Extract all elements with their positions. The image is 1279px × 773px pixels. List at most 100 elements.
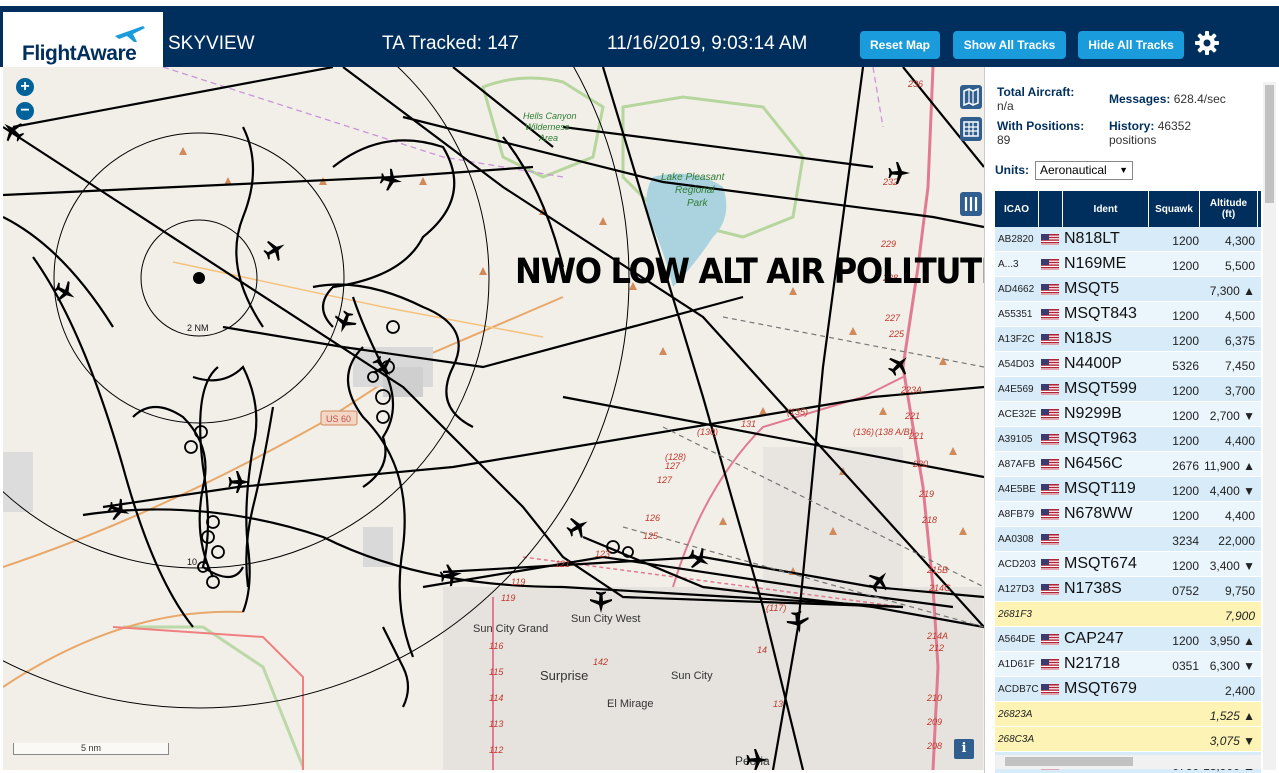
label-lake-pleasant: Lake Pleasant	[661, 172, 726, 183]
history-stat: History: 46352 positions	[1109, 119, 1192, 147]
table-row[interactable]: A...3 N169ME 1200 5,500	[995, 252, 1261, 277]
label-surprise: Surprise	[540, 668, 588, 683]
col-altitude[interactable]: Altitude (ft)	[1200, 191, 1258, 227]
svg-text:212: 212	[928, 643, 944, 653]
svg-text:119: 119	[501, 593, 515, 603]
flightaware-logo[interactable]: FlightAware	[3, 12, 163, 72]
zoom-out-icon[interactable]: −	[16, 102, 34, 120]
cell-ident: N6456C	[1064, 455, 1123, 472]
receiver-location-icon	[193, 272, 205, 284]
table-row[interactable]: A39105 MSQT963 1200 4,400	[995, 427, 1261, 452]
svg-text:208: 208	[926, 741, 942, 751]
map-layers-icon[interactable]	[960, 85, 982, 109]
gear-icon[interactable]	[1194, 30, 1220, 56]
label-park: Park	[687, 198, 709, 209]
svg-text:220: 220	[912, 459, 928, 469]
table-row[interactable]: ACE32E N9299B 1200 2,700 ▼	[995, 402, 1261, 427]
cell-ident: N678WW	[1064, 505, 1133, 522]
svg-text:232: 232	[882, 177, 898, 187]
us-flag-icon	[1041, 509, 1059, 520]
table-row[interactable]: A4E569 MSQT599 1200 3,700	[995, 377, 1261, 402]
table-row[interactable]: AB2820 N818LT 1200 4,300	[995, 227, 1261, 252]
cell-icao: A54D03	[998, 359, 1035, 370]
svg-text:214C: 214C	[928, 583, 951, 593]
table-row[interactable]: A8FB79 N678WW 1200 4,400	[995, 502, 1261, 527]
tracked-count: TA Tracked: 147	[382, 33, 519, 54]
table-row[interactable]: A55351 MSQT843 1200 4,500	[995, 302, 1261, 327]
table-row[interactable]: A87AFB N6456C 2676 11,900 ▲	[995, 452, 1261, 477]
svg-text:(130): (130)	[697, 427, 718, 437]
label-el-mirage: El Mirage	[607, 698, 653, 710]
cell-squawk: 1200	[1172, 484, 1199, 498]
units-select[interactable]: Aeronautical ▼	[1035, 161, 1133, 180]
us-flag-icon	[1041, 559, 1059, 570]
svg-text:221: 221	[904, 411, 920, 421]
cell-altitude: 7,300 ▲	[1209, 284, 1255, 298]
col-icao[interactable]: ICAO	[995, 191, 1039, 227]
label-sun-city-grand: Sun City Grand	[473, 623, 548, 635]
us-flag-icon	[1041, 659, 1059, 670]
cell-squawk: 1200	[1172, 309, 1199, 323]
us-flag-icon	[1041, 534, 1059, 545]
cell-ident: N18JS	[1064, 330, 1113, 347]
cell-icao: A87AFB	[998, 459, 1036, 470]
cell-squawk: 1200	[1172, 634, 1199, 648]
svg-text:119: 119	[511, 577, 525, 587]
label-hells-canyon: Hells Canyon	[523, 111, 577, 121]
range-ring-label: 2 NM	[187, 323, 209, 333]
map-view[interactable]: Hells Canyon Wilderness Area Lake Pleasa…	[3, 67, 984, 770]
columns-icon[interactable]	[960, 192, 982, 216]
cell-ident: N4400P	[1064, 355, 1122, 372]
col-squawk[interactable]: Squawk	[1149, 191, 1200, 227]
aircraft-icon	[330, 308, 359, 337]
svg-text:121: 121	[555, 559, 570, 569]
map-canvas[interactable]: Hells Canyon Wilderness Area Lake Pleasa…	[3, 67, 984, 770]
cell-icao: 2681F3	[998, 609, 1032, 620]
cell-squawk: 1200	[1172, 409, 1199, 423]
cell-icao: 26823A	[998, 709, 1033, 720]
table-row[interactable]: A564DE CAP247 1200 3,950 ▲	[995, 627, 1261, 652]
table-row[interactable]: 26823A 1,525 ▲	[995, 702, 1261, 727]
table-row[interactable]: ACD203 MSQT674 1200 3,400 ▼	[995, 552, 1261, 577]
cell-altitude: 11,900 ▲	[1203, 459, 1255, 473]
cell-ident: MSQT674	[1064, 555, 1137, 572]
col-ident[interactable]: Ident	[1063, 191, 1149, 227]
table-row[interactable]: A54D03 N4400P 5326 7,450	[995, 352, 1261, 377]
cell-altitude: 3,400 ▼	[1209, 559, 1255, 573]
cell-icao: 268C3A	[998, 734, 1035, 745]
overlay-caption: NWO LOW ALT AIR POLLTUTION	[515, 252, 984, 292]
cell-ident: CAP247	[1064, 630, 1124, 647]
table-row[interactable]: A13F2C N18JS 1200 6,375	[995, 327, 1261, 352]
col-flag[interactable]	[1039, 191, 1063, 227]
svg-text:(135): (135)	[787, 407, 808, 417]
reset-map-button[interactable]: Reset Map	[860, 31, 940, 59]
table-row[interactable]: ACDB7C MSQT679 2,400	[995, 677, 1261, 702]
cell-squawk: 1200	[1172, 559, 1199, 573]
cell-icao: A4E5BE	[998, 484, 1036, 495]
us-flag-icon	[1041, 259, 1059, 270]
aircraft-icon	[883, 349, 915, 381]
cell-icao: A55351	[998, 309, 1033, 320]
table-row[interactable]: 268C3A 3,075 ▼	[995, 727, 1261, 752]
zoom-in-icon[interactable]: +	[16, 78, 34, 96]
cell-altitude: 4,500	[1224, 309, 1255, 323]
svg-text:112: 112	[489, 745, 503, 755]
grid-icon[interactable]	[960, 117, 982, 141]
horizontal-scroll-thumb[interactable]	[1005, 757, 1133, 766]
cell-altitude: 7,450	[1224, 359, 1255, 373]
hide-all-tracks-button[interactable]: Hide All Tracks	[1078, 31, 1184, 59]
table-row[interactable]: A127D3 N1738S 0752 9,750	[995, 577, 1261, 602]
show-all-tracks-button[interactable]: Show All Tracks	[953, 31, 1066, 59]
label-sun-city: Sun City	[671, 670, 713, 682]
table-row[interactable]: 2681F3 7,900	[995, 602, 1261, 627]
svg-text:127: 127	[665, 461, 681, 471]
info-icon[interactable]: i	[954, 739, 974, 759]
table-row[interactable]: A1D61F N21718 0351 6,300 ▼	[995, 652, 1261, 677]
table-row[interactable]: A4E5BE MSQT119 1200 4,400 ▼	[995, 477, 1261, 502]
table-row[interactable]: AD4662 MSQT5 7,300 ▲	[995, 277, 1261, 302]
table-row[interactable]: AA0308 3234 22,000	[995, 527, 1261, 552]
cell-squawk: 5326	[1172, 359, 1199, 373]
vertical-scroll-thumb[interactable]	[1265, 85, 1274, 203]
svg-text:115: 115	[489, 667, 504, 677]
svg-text:(138 A/B): (138 A/B)	[875, 427, 913, 437]
